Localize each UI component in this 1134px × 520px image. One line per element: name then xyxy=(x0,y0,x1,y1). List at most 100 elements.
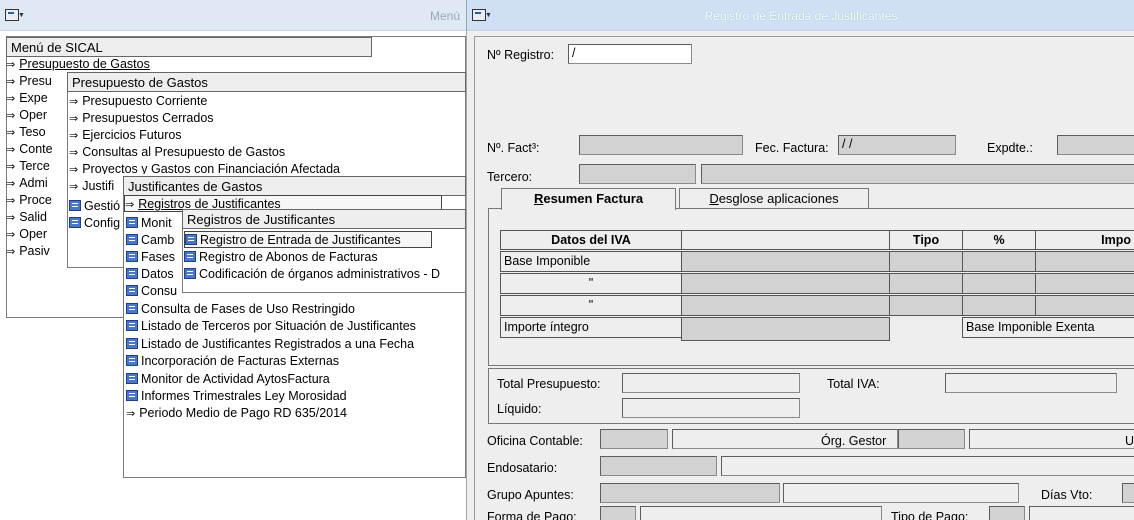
form-icon xyxy=(126,373,138,384)
menu-item-informes-morosidad[interactable]: Informes Trimestrales Ley Morosidad xyxy=(126,388,462,405)
oficina-contable-code-field[interactable] xyxy=(600,429,668,449)
menu-item-presupuestos-cerrados[interactable]: ⇒ Presupuestos Cerrados xyxy=(69,110,449,127)
iva-tipo-field-2[interactable] xyxy=(889,273,963,294)
fec-factura-field[interactable]: / / xyxy=(838,135,956,155)
menu-item-presupuesto-ingresos[interactable]: ⇒ Presu xyxy=(6,73,66,90)
tipo-pago-name-field[interactable] xyxy=(1029,506,1134,520)
window-menu-arrow-icon[interactable]: ▼ xyxy=(18,12,25,19)
arrow-right-icon: ⇒ xyxy=(6,59,16,71)
importe-integro-field[interactable] xyxy=(681,317,890,341)
iva-header-tipo: Tipo xyxy=(889,230,963,250)
menu-item-operaciones-2[interactable]: ⇒ Oper xyxy=(6,226,66,243)
menu-item-pasivos[interactable]: ⇒ Pasiv xyxy=(6,243,66,260)
tercero-code-field[interactable] xyxy=(579,164,696,184)
arrow-right-icon: ⇒ xyxy=(6,178,16,190)
grupo-apuntes-label: Grupo Apuntes: xyxy=(487,488,574,502)
menu-root-header: Menú de SICAL xyxy=(6,37,372,57)
iva-importe-field-1[interactable] xyxy=(1035,251,1134,272)
menu-window-titlebar[interactable]: ▼ Menú xyxy=(0,0,466,31)
menu-item-listado-terceros[interactable]: Listado de Terceros por Situación de Jus… xyxy=(126,318,462,335)
menu-item-monitor-aytosfactura[interactable]: Monitor de Actividad AytosFactura xyxy=(126,371,462,388)
menu-item-ejercicios-futuros[interactable]: ⇒ Ejercicios Futuros xyxy=(69,127,449,144)
n-registro-field[interactable]: / xyxy=(568,44,692,64)
menu-item-incorporacion-facturas[interactable]: Incorporación de Facturas Externas xyxy=(126,353,462,370)
tipo-pago-label: Tipo de Pago: xyxy=(891,510,969,520)
forma-pago-name-field[interactable] xyxy=(640,506,882,520)
iva-header-porcentaje: % xyxy=(962,230,1036,250)
iva-base-field-2[interactable] xyxy=(681,273,890,294)
menu-item-presupuesto-gastos[interactable]: ⇒ Presupuesto de Gastos xyxy=(6,56,374,73)
org-gestor-name-field[interactable] xyxy=(969,429,1134,449)
endosatario-code-field[interactable] xyxy=(600,456,717,476)
form-icon xyxy=(69,200,81,211)
dias-vto-label: Días Vto: xyxy=(1041,488,1093,502)
menu-window-title: Menú xyxy=(429,9,460,23)
menu-item-tesoreria[interactable]: ⇒ Teso xyxy=(6,124,66,141)
form-icon xyxy=(69,217,81,228)
menu-item-gestion[interactable]: Gestió xyxy=(69,198,123,215)
iva-tipo-field-1[interactable] xyxy=(889,251,963,272)
form-icon xyxy=(184,251,196,262)
tercero-name-field[interactable] xyxy=(701,164,1134,184)
total-iva-label: Total IVA: xyxy=(827,377,880,391)
tipo-pago-code-field[interactable] xyxy=(989,506,1025,520)
menu-item-consulta[interactable]: Consu xyxy=(126,283,182,300)
tab-desglose-aplicaciones[interactable]: Desglose aplicaciones xyxy=(679,188,869,208)
iva-tipo-field-3[interactable] xyxy=(889,295,963,316)
grupo-apuntes-code-field[interactable] xyxy=(600,483,780,503)
n-factura-field[interactable] xyxy=(579,135,743,155)
iva-importe-field-2[interactable] xyxy=(1035,273,1134,294)
iva-header-datos: Datos del IVA xyxy=(500,230,682,250)
iva-base-field-3[interactable] xyxy=(681,295,890,316)
form-window-titlebar[interactable]: ▼ Registro de Entrada de Justificantes xyxy=(467,0,1134,31)
menu-item-administracion[interactable]: ⇒ Admi xyxy=(6,175,66,192)
iva-pct-field-3[interactable] xyxy=(962,295,1036,316)
menu-item-presupuesto-corriente[interactable]: ⇒ Presupuesto Corriente xyxy=(69,93,449,110)
iva-importe-field-3[interactable] xyxy=(1035,295,1134,316)
grupo-apuntes-name-field[interactable] xyxy=(783,483,1019,503)
menu-item-justificantes[interactable]: ⇒ Justifi xyxy=(69,178,123,195)
menu-item-registro-entrada[interactable]: Registro de Entrada de Justificantes xyxy=(184,231,432,248)
menu-item-cambio[interactable]: Camb xyxy=(126,232,182,249)
tab-resumen-factura[interactable]: Resumen Factura xyxy=(501,188,676,210)
menu-item-fases[interactable]: Fases xyxy=(126,249,182,266)
menu-item-procesos[interactable]: ⇒ Proce xyxy=(6,192,66,209)
dias-vto-field[interactable] xyxy=(1122,483,1134,503)
menu-item-terceros[interactable]: ⇒ Terce xyxy=(6,158,66,175)
menu-item-datos[interactable]: Datos xyxy=(126,266,182,283)
expdte-field[interactable] xyxy=(1057,135,1134,155)
form-icon xyxy=(126,338,138,349)
org-gestor-code-field[interactable] xyxy=(898,429,965,449)
menu-item-monitor[interactable]: Monit xyxy=(126,215,182,232)
form-icon xyxy=(126,320,138,331)
menu-item-salidas[interactable]: ⇒ Salid xyxy=(6,209,66,226)
forma-pago-code-field[interactable] xyxy=(600,506,636,520)
arrow-right-icon: ⇒ xyxy=(6,229,16,241)
iva-header-importe: Impo xyxy=(1035,230,1134,250)
menu-item-consultas-presupuesto[interactable]: ⇒ Consultas al Presupuesto de Gastos xyxy=(69,144,449,161)
total-presupuesto-field[interactable] xyxy=(622,373,800,393)
endosatario-name-field[interactable] xyxy=(721,456,1134,476)
menu-item-operaciones[interactable]: ⇒ Oper xyxy=(6,107,66,124)
menu-item-periodo-medio-pago[interactable]: ⇒ Periodo Medio de Pago RD 635/2014 xyxy=(126,405,462,422)
liquido-field[interactable] xyxy=(622,398,800,418)
n-factura-label: Nº. Fact³: xyxy=(487,141,540,155)
menu-item-configuracion[interactable]: Config xyxy=(69,215,123,232)
menu-item-listado-justificantes-fecha[interactable]: Listado de Justificantes Registrados a u… xyxy=(126,336,462,353)
app-window-icon[interactable] xyxy=(5,9,19,21)
total-iva-field[interactable] xyxy=(945,373,1117,393)
iva-pct-field-1[interactable] xyxy=(962,251,1036,272)
registro-entrada-window: ▼ Registro de Entrada de Justificantes N… xyxy=(466,0,1134,520)
iva-row-label-importe-integro: Importe íntegro xyxy=(500,317,682,338)
unidad-label: U xyxy=(1125,434,1134,448)
iva-base-field[interactable] xyxy=(681,251,890,272)
menu-item-contabilidad[interactable]: ⇒ Conte xyxy=(6,141,66,158)
menu-item-expedientes[interactable]: ⇒ Expe xyxy=(6,90,66,107)
iva-pct-field-2[interactable] xyxy=(962,273,1036,294)
menu-item-proyectos-gfa[interactable]: ⇒ Proyectos y Gastos con Financiación Afe… xyxy=(69,161,381,174)
form-icon xyxy=(126,285,138,296)
arrow-right-icon: ⇒ xyxy=(69,130,79,142)
menu-item-codificacion-organos[interactable]: Codificación de órganos administrativos … xyxy=(184,266,466,283)
menu-item-consulta-fases-restringido[interactable]: Consulta de Fases de Uso Restringido xyxy=(126,301,462,318)
menu-item-registro-abonos[interactable]: Registro de Abonos de Facturas xyxy=(184,249,464,266)
